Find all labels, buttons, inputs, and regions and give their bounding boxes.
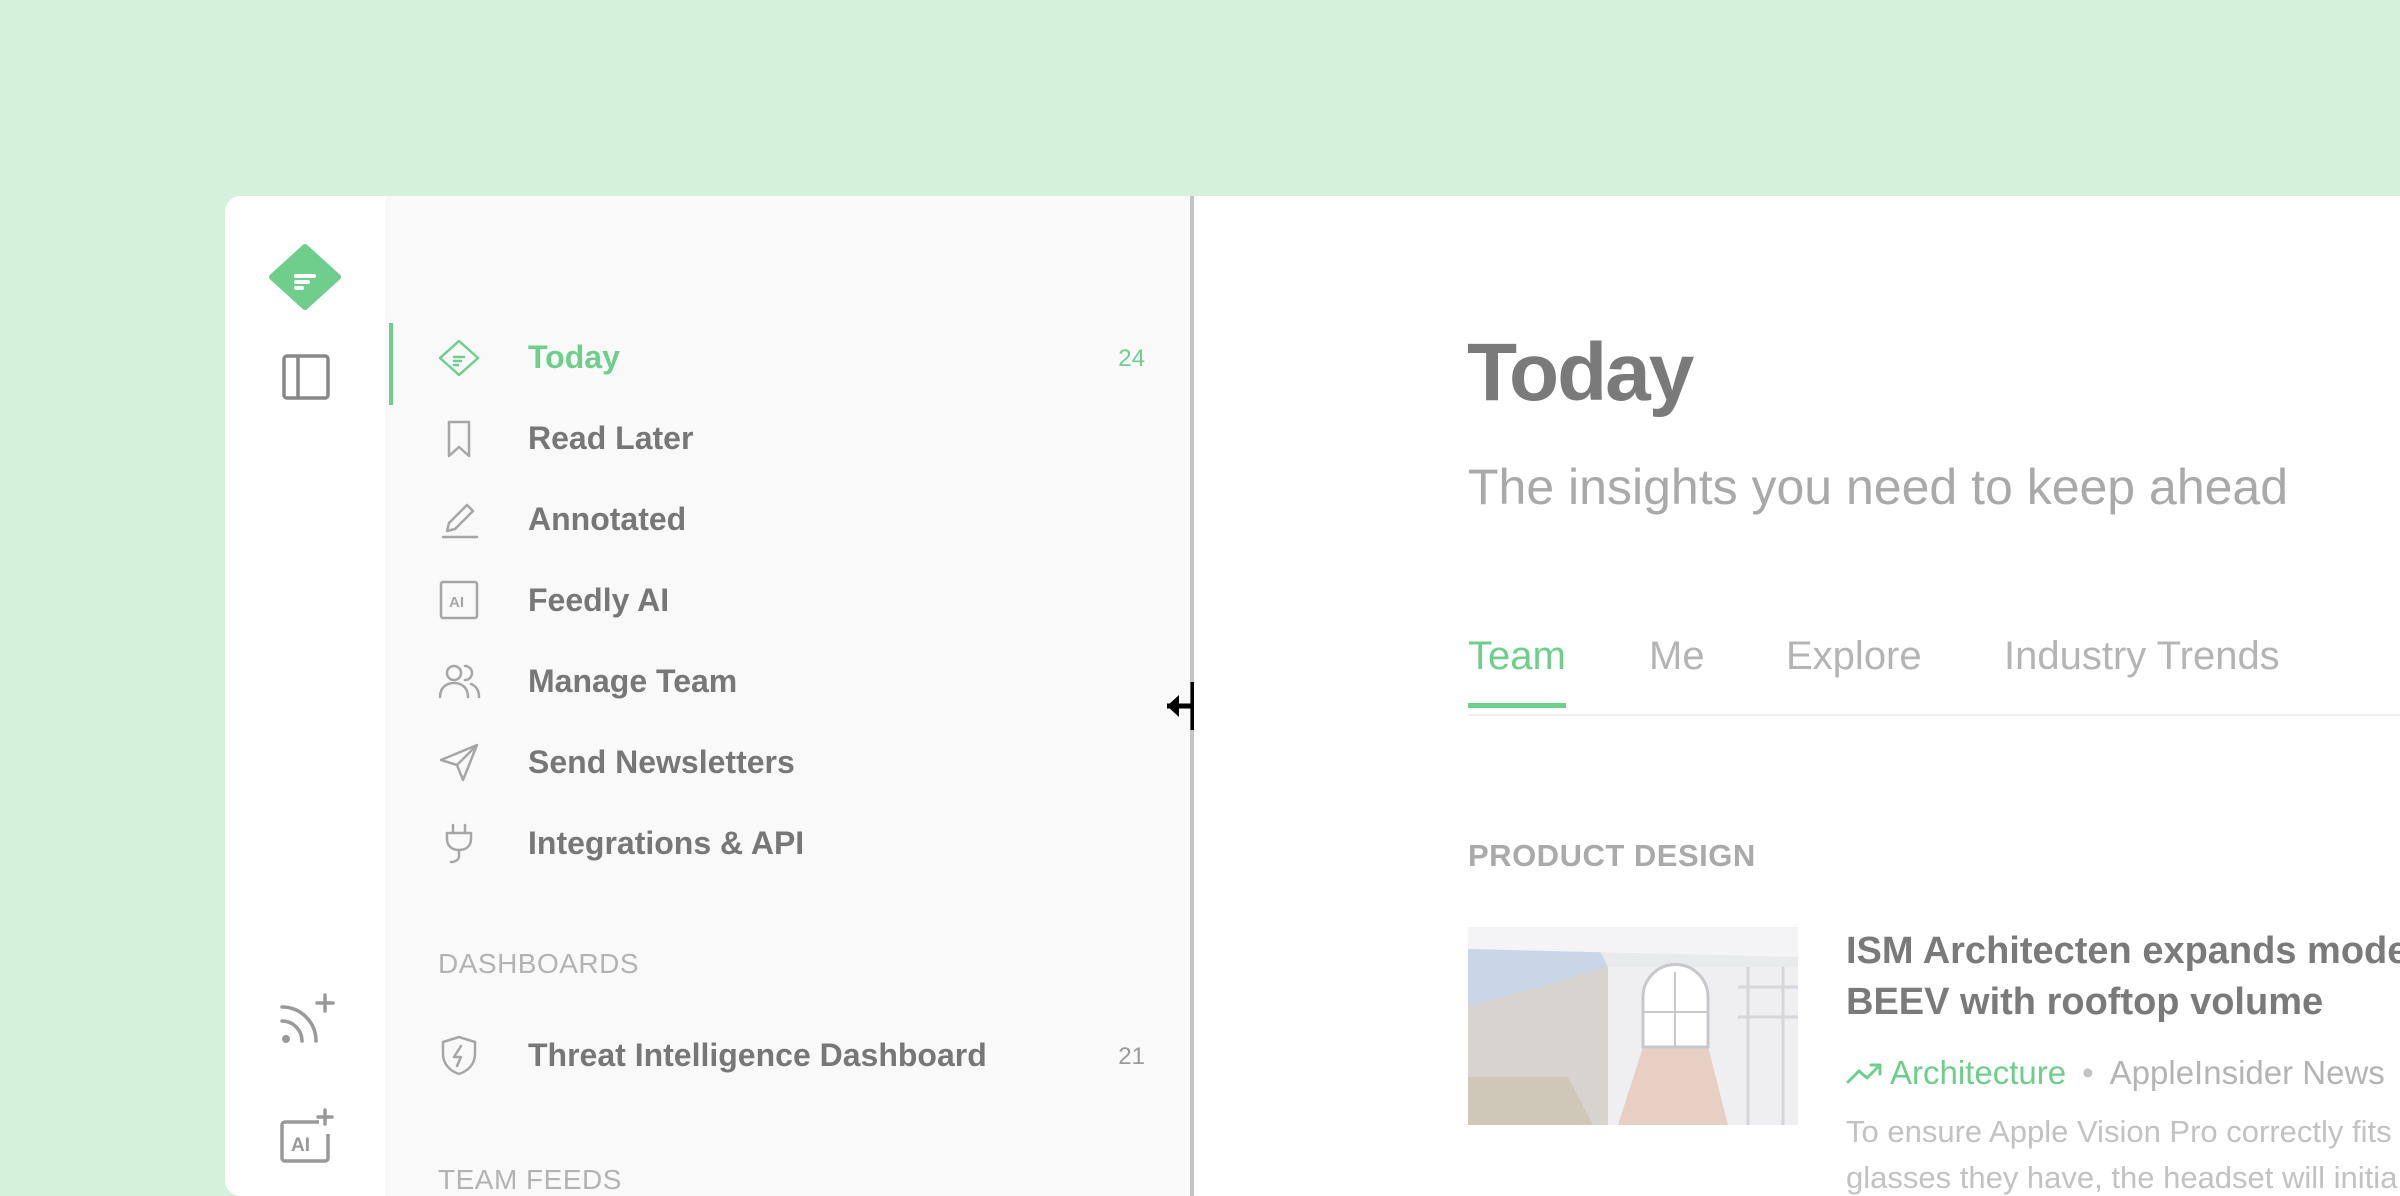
article-topic-link[interactable]: Architecture bbox=[1890, 1054, 2066, 1091]
sidebar-toggle-icon[interactable] bbox=[281, 352, 331, 402]
bookmark-icon bbox=[447, 420, 471, 458]
active-indicator bbox=[389, 323, 393, 405]
sidebar-item-feedly-ai[interactable]: AI Feedly AI bbox=[385, 568, 1191, 632]
icon-rail: AI bbox=[225, 196, 385, 1196]
tab-me[interactable]: Me bbox=[1649, 634, 1705, 703]
article-meta: Architecture • AppleInsider News bbox=[1846, 1054, 2385, 1092]
sidebar: Today 24 Read Later Annotated AI Feedly … bbox=[385, 196, 1191, 1196]
app-window: AI Today 24 Read Later Annotated AI Feed… bbox=[225, 196, 2400, 1196]
rss-add-icon[interactable] bbox=[277, 991, 337, 1047]
shield-icon bbox=[441, 1035, 477, 1076]
article-title[interactable]: ISM Architecten expands modernist BEEV w… bbox=[1846, 926, 2400, 1028]
dashboards-section-header: DASHBOARDS bbox=[438, 948, 640, 979]
unread-count-badge: 24 bbox=[1118, 345, 1145, 372]
sidebar-item-label: Manage Team bbox=[528, 663, 738, 699]
section-label: PRODUCT DESIGN bbox=[1468, 838, 1756, 873]
sidebar-item-label: Today bbox=[528, 339, 620, 375]
unread-count-badge: 21 bbox=[1118, 1043, 1145, 1070]
article-excerpt-line: To ensure Apple Vision Pro correctly fit… bbox=[1846, 1114, 2392, 1149]
article-excerpt-line: glasses they have, the headset will init… bbox=[1846, 1160, 2398, 1195]
ai-icon: AI bbox=[439, 580, 479, 620]
sidebar-item-integrations[interactable]: Integrations & API bbox=[385, 811, 1191, 875]
sidebar-item-label: Send Newsletters bbox=[528, 744, 795, 780]
tab-team[interactable]: Team bbox=[1468, 634, 1566, 708]
ai-add-badge-text: AI bbox=[291, 1135, 310, 1156]
plug-icon bbox=[445, 823, 473, 864]
trending-up-icon bbox=[1846, 1063, 1882, 1084]
send-icon bbox=[439, 743, 479, 782]
sidebar-item-read-later[interactable]: Read Later bbox=[385, 406, 1191, 470]
main-content: Today The insights you need to keep ahea… bbox=[1194, 196, 2400, 1196]
article-title-line: BEEV with rooftop volume bbox=[1846, 981, 2324, 1023]
ai-add-icon[interactable]: AI bbox=[279, 1108, 335, 1164]
page-subtitle: The insights you need to keep ahead bbox=[1468, 459, 2289, 515]
article-excerpt: To ensure Apple Vision Pro correctly fit… bbox=[1846, 1109, 2400, 1196]
sidebar-item-send-newsletters[interactable]: Send Newsletters bbox=[385, 730, 1191, 794]
page-title: Today bbox=[1467, 327, 1694, 418]
article-source-link[interactable]: AppleInsider News bbox=[2110, 1054, 2385, 1091]
sidebar-item-label: Read Later bbox=[528, 420, 694, 456]
feedly-today-icon bbox=[438, 339, 480, 377]
sidebar-item-label: Integrations & API bbox=[528, 825, 805, 861]
article-thumbnail[interactable] bbox=[1468, 927, 1798, 1125]
pencil-icon bbox=[441, 503, 479, 539]
sidebar-item-label: Annotated bbox=[528, 501, 687, 537]
sidebar-item-label: Feedly AI bbox=[528, 582, 670, 618]
meta-separator: • bbox=[2082, 1054, 2094, 1091]
sidebar-item-manage-team[interactable]: Manage Team bbox=[385, 649, 1191, 713]
tab-industry-trends[interactable]: Industry Trends bbox=[2004, 634, 2280, 703]
feedly-logo-icon[interactable] bbox=[269, 244, 341, 310]
tab-bar: Team Me Explore Industry Trends bbox=[1468, 634, 2400, 716]
ai-badge-text: AI bbox=[449, 594, 464, 611]
sidebar-item-threat-intelligence-dashboard[interactable]: Threat Intelligence Dashboard 21 bbox=[385, 1023, 1191, 1087]
sidebar-item-annotated[interactable]: Annotated bbox=[385, 487, 1191, 551]
tab-explore[interactable]: Explore bbox=[1786, 634, 1922, 703]
team-feeds-section-header: TEAM FEEDS bbox=[438, 1164, 622, 1195]
article-title-line: ISM Architecten expands modernist bbox=[1846, 930, 2400, 972]
team-icon bbox=[438, 664, 481, 699]
sidebar-item-label: Threat Intelligence Dashboard bbox=[528, 1037, 987, 1073]
sidebar-item-today[interactable]: Today 24 bbox=[385, 323, 1191, 405]
